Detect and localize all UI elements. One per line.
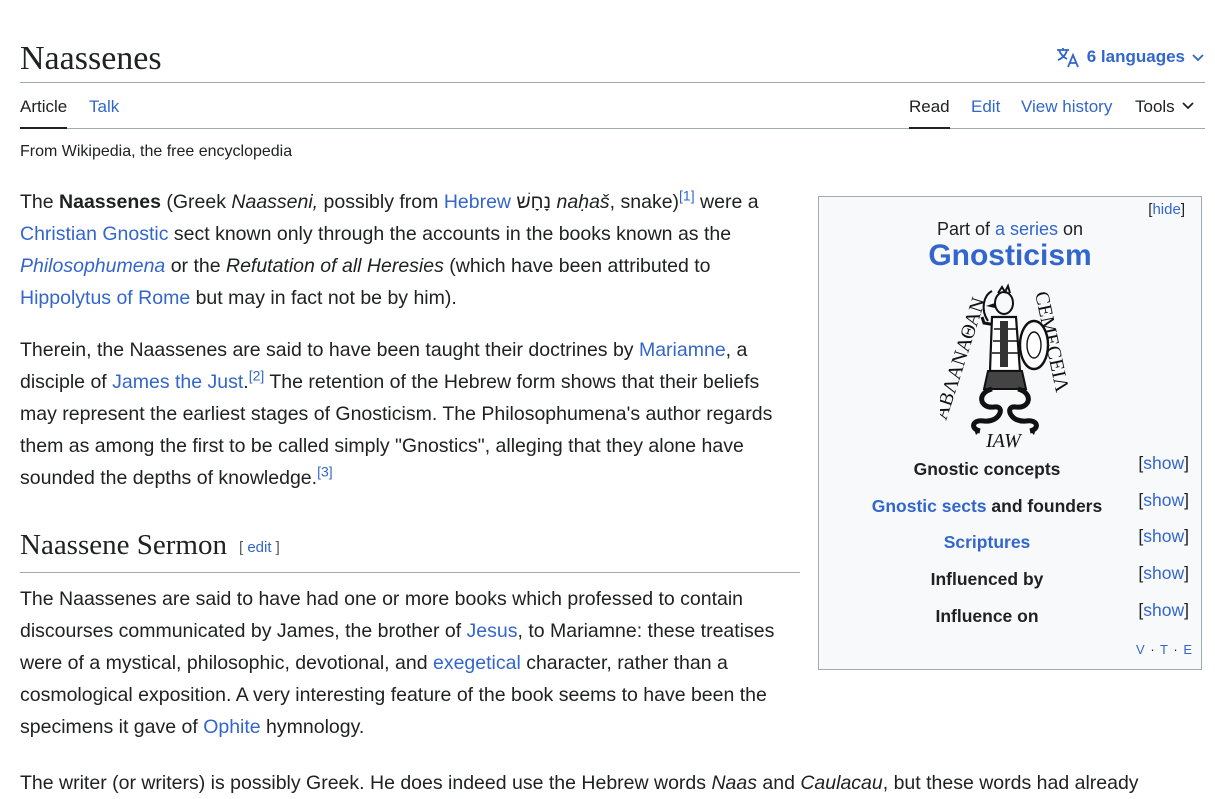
sidebar-section-label: Influence on [935,606,1039,626]
languages-button[interactable]: 6 languages [1055,44,1205,70]
tools-menu[interactable]: Tools [1135,96,1195,118]
section-edit: [ edit ] [238,539,280,556]
chevron-down-icon [1181,96,1195,118]
link-gnostic-sects[interactable]: Gnostic sects [872,496,987,516]
sidebar-section-label: Gnostic sects and founders [871,496,1103,516]
tab-read[interactable]: Read [909,96,950,129]
tools-label: Tools [1135,97,1175,116]
site-tagline: From Wikipedia, the free encyclopedia [20,143,293,160]
link-ophite[interactable]: Ophite [203,716,260,738]
chevron-down-icon [1191,50,1205,64]
sidebar-section-label: Scriptures [839,532,1135,553]
page-title: Naassenes [20,40,162,77]
page-tabs: Article Talk Read Edit View history Tool… [20,82,1205,129]
reference-link[interactable]: [2] [249,367,265,383]
sidebar-hide-toggle: [hide] [1148,201,1185,218]
sidebar-section-label: Influenced by [930,569,1044,589]
navbox-vte: V · T · E [1136,642,1193,657]
vte-edit-link[interactable]: E [1183,642,1193,657]
sidebar-show-link[interactable]: show [1143,453,1184,473]
sidebar-show-toggle: [show] [1138,490,1189,510]
sidebar-section-scriptures: Scriptures [show] [819,526,1201,556]
sidebar-show-toggle: [show] [1138,453,1189,473]
series-sidebar: [hide] Part of a series on Gnosticism ΑΒ… [818,196,1202,670]
svg-text:IAW: IAW [985,430,1023,451]
languages-label: 6 languages [1086,47,1185,66]
sidebar-section-influenced-by: Influenced by [show] [819,563,1201,593]
link-hebrew[interactable]: Hebrew [444,191,511,213]
link-jesus[interactable]: Jesus [467,620,518,642]
sidebar-show-link[interactable]: show [1143,490,1184,510]
link-james-the-just[interactable]: James the Just [112,371,243,393]
link-a-series[interactable]: a series [995,219,1058,239]
article-content: The Naassenes (Greek Naasseni, possibly … [20,186,800,763]
section-heading: Naassene Sermon[ edit ] [20,528,800,573]
sidebar-show-link[interactable]: show [1143,563,1184,583]
link-scriptures[interactable]: Scriptures [944,532,1031,552]
tab-talk[interactable]: Talk [89,96,119,118]
paragraph: The Naassenes are said to have had one o… [20,588,775,738]
sidebar-title-link[interactable]: Gnosticism [819,239,1201,273]
link-mariamne[interactable]: Mariamne [639,339,726,361]
abraxas-gem-image: ΑΒΛΑΝΑΘΑΝ CEMECEIΛ IAW [930,281,1082,452]
tab-view-history[interactable]: View history [1021,96,1112,118]
title-row: Naassenes 6 languages [20,36,1205,83]
sidebar-hide-link[interactable]: hide [1152,201,1180,218]
sidebar-show-link[interactable]: show [1143,600,1184,620]
link-philosophumena[interactable]: Philosophumena [20,255,165,277]
link-christian-gnostic[interactable]: Christian Gnostic [20,223,168,245]
vte-view-link[interactable]: V [1136,642,1146,657]
sidebar-show-toggle: [show] [1138,563,1189,583]
sidebar-section-sects: Gnostic sects and founders [show] [819,490,1201,520]
reference-link[interactable]: [3] [317,463,333,479]
section-edit-link[interactable]: edit [247,539,271,556]
reference-link[interactable]: [1] [679,187,695,203]
translate-icon [1055,45,1081,69]
paragraph: The Naassenes (Greek Naasseni, possibly … [20,187,759,309]
sidebar-section-label: Gnostic concepts [913,459,1061,479]
sidebar-section-concepts: Gnostic concepts [show] [819,453,1201,483]
sidebar-show-link[interactable]: show [1143,526,1184,546]
paragraph: The writer (or writers) is possibly Gree… [20,772,1139,794]
vte-talk-link[interactable]: T [1160,642,1169,657]
paragraph: Therein, the Naassenes are said to have … [20,339,773,489]
tab-edit[interactable]: Edit [971,96,1000,118]
article-subject: Naassenes [59,191,161,213]
tab-article[interactable]: Article [20,96,68,129]
sidebar-show-toggle: [show] [1138,600,1189,620]
sidebar-show-toggle: [show] [1138,526,1189,546]
link-exegetical[interactable]: exegetical [433,652,521,674]
link-hippolytus[interactable]: Hippolytus of Rome [20,287,190,309]
sidebar-part-of: Part of a series on [936,219,1084,239]
sidebar-section-influence-on: Influence on [show] [819,600,1201,630]
